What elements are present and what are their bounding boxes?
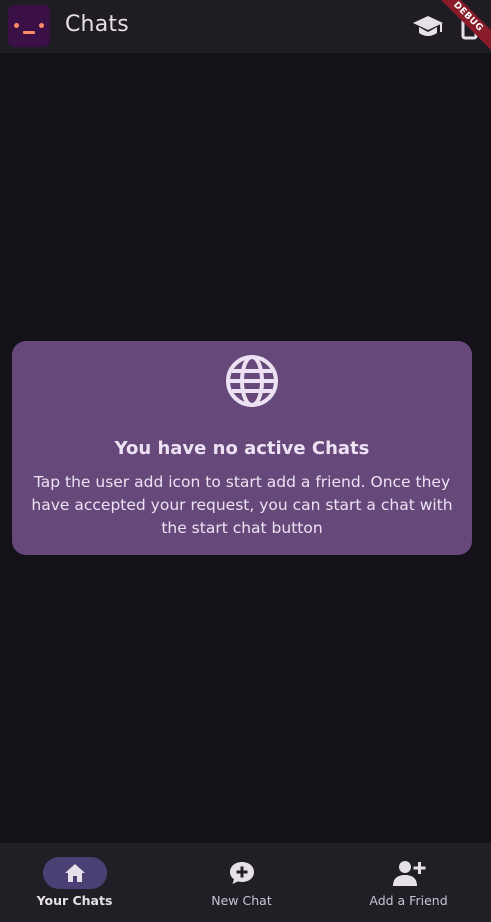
- empty-state-title: You have no active Chats: [114, 438, 370, 459]
- empty-state-card: You have no active Chats Tap the user ad…: [12, 341, 472, 555]
- globe-icon: [226, 355, 278, 407]
- graduation-cap-icon: [413, 16, 443, 36]
- top-app-bar: Chats DEBUG: [0, 0, 491, 54]
- nav-item-label: Add a Friend: [369, 893, 448, 908]
- nav-item-label: New Chat: [211, 893, 272, 908]
- page-title: Chats: [65, 12, 129, 37]
- bottom-navigation: Your Chats New Chat Add a Friend: [0, 843, 491, 922]
- avatar-eye-left: [14, 23, 19, 28]
- add-user-icon: [392, 861, 425, 886]
- nav-active-indicator: [42, 857, 107, 889]
- avatar-mouth: [23, 31, 35, 34]
- empty-state-text: Tap the user add icon to start add a fri…: [31, 473, 453, 537]
- app-avatar-icon[interactable]: [8, 5, 50, 47]
- home-icon: [64, 864, 85, 882]
- nav-item-label: Your Chats: [36, 893, 113, 908]
- nav-icon-container: [377, 857, 441, 889]
- app-screen: Chats DEBUG You have no active Chats Tap…: [0, 0, 491, 922]
- chat-plus-icon: [229, 862, 254, 884]
- nav-icon-container: [210, 857, 274, 889]
- nav-item-new-chat[interactable]: New Chat: [160, 843, 323, 922]
- avatar-eye-right: [39, 23, 44, 28]
- nav-item-your-chats[interactable]: Your Chats: [0, 843, 156, 922]
- learn-button[interactable]: [411, 10, 445, 44]
- nav-item-add-friend[interactable]: Add a Friend: [327, 843, 490, 922]
